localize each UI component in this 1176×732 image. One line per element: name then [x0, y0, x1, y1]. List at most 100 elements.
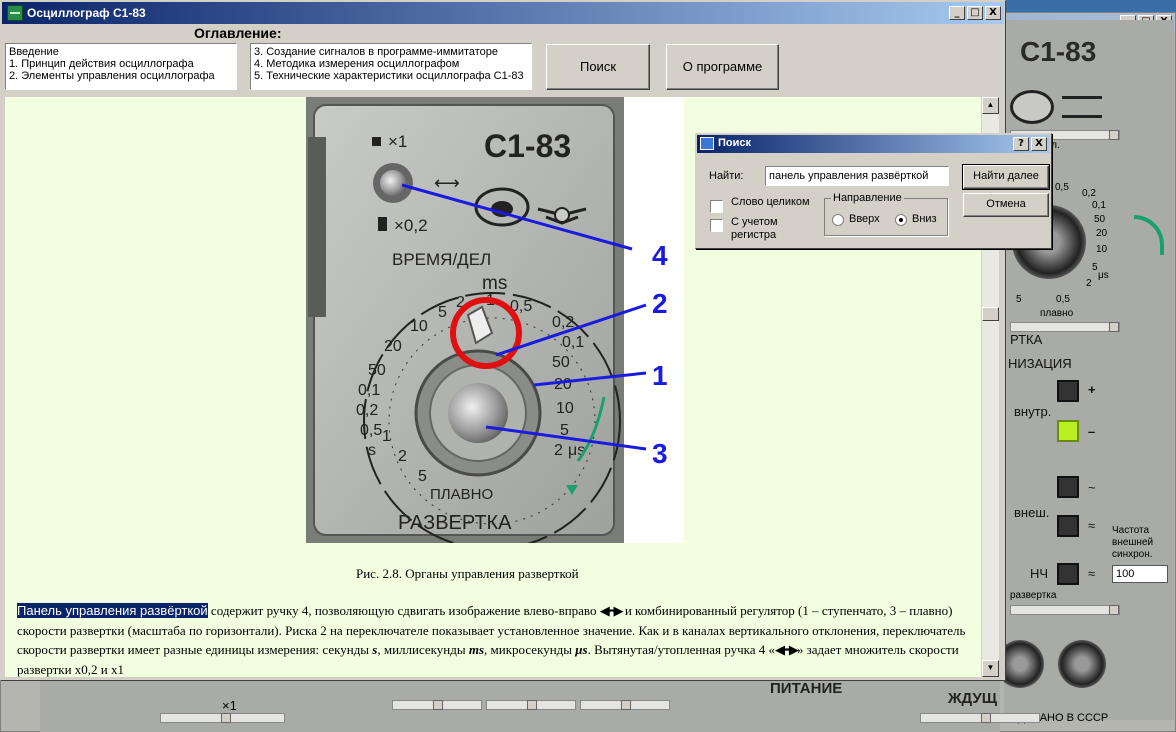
bg-bottom-slider-3[interactable]: [486, 700, 576, 710]
find-label: Найти:: [709, 170, 744, 182]
whole-word-checkbox[interactable]: [710, 200, 723, 213]
bg-led-1[interactable]: [1057, 380, 1079, 402]
bg-dial-n7: 2: [1086, 278, 1092, 289]
bg-standby-label: ЖДУЩ: [948, 690, 998, 707]
sweep-controls-figure: С1-83 ×1 ×0,2 ⟷ ВРЕМЯ/ДЕЛ ms 10 20 50 0,…: [306, 97, 684, 550]
search-dialog-icon: [700, 137, 714, 150]
bg-lf-label: НЧ: [1030, 566, 1049, 581]
help-window: Осциллограф С1-83 _ □ X Оглавление: Введ…: [0, 0, 1006, 681]
minimize-button[interactable]: _: [949, 6, 965, 20]
figure-sweep: РАЗВЕРТКА: [398, 512, 512, 534]
figure-ms: ms: [482, 273, 507, 294]
bg-bottom-slider-1[interactable]: [160, 713, 285, 723]
about-button[interactable]: О программе: [666, 44, 779, 90]
oscilloscope-app-icon: [7, 5, 23, 21]
bg-smoothly-label: плавно: [1040, 308, 1074, 319]
bg-led-2[interactable]: [1057, 420, 1079, 442]
body-paragraph: Панель управления развёрткой содержит ру…: [17, 603, 966, 677]
bg-power-label: ПИТАНИЕ: [770, 680, 843, 697]
lr-arrow-icon: ◀━▶: [599, 604, 624, 619]
bg-ext-freq-3: синхрон.: [1112, 549, 1153, 560]
bg-plus-label: +: [1088, 382, 1096, 397]
fig-scale-r4: 2: [554, 442, 563, 459]
close-button[interactable]: X: [985, 6, 1001, 20]
bg-connector-2[interactable]: [1058, 640, 1106, 688]
fig-scale-l3: 0,1: [358, 382, 380, 399]
direction-down-label: Вниз: [912, 213, 937, 225]
cancel-button[interactable]: Отмена: [963, 193, 1049, 217]
bg-x1-label: ×1: [222, 698, 237, 713]
fig-scale-l1: 20: [384, 338, 402, 355]
match-case-label-2: регистра: [731, 229, 777, 241]
direction-label: Направление: [831, 192, 904, 204]
fig-scale-r2: 10: [556, 400, 574, 417]
fig-scale-l6: 1: [382, 428, 391, 445]
scroll-up-arrow-icon[interactable]: ▲: [982, 97, 999, 114]
sweep-fine-knob-3: [448, 383, 508, 443]
dialog-close-button[interactable]: X: [1031, 137, 1047, 151]
fig-scale-l2: 50: [368, 362, 386, 379]
toc-item-2[interactable]: 2. Элементы управления осциллографа: [9, 70, 233, 82]
bg-ext-freq-1: Частота: [1112, 525, 1150, 536]
toc-list-left[interactable]: Введение 1. Принцип действия осциллограф…: [5, 43, 237, 90]
search-button[interactable]: Поиск: [546, 44, 650, 90]
bg-led-5[interactable]: [1057, 563, 1079, 585]
bg-approx-2: ≈: [1088, 566, 1096, 581]
toc-heading: Оглавление:: [194, 25, 282, 41]
dialog-title: Поиск: [718, 137, 752, 149]
bg-internal-label: внутр.: [1014, 404, 1052, 419]
bg-dial-n6: 5: [1092, 262, 1098, 273]
fig-s-unit: s: [368, 442, 376, 459]
bg-dial-mus: μs: [1098, 270, 1109, 281]
direction-up-radio[interactable]: [832, 214, 844, 226]
fig-scale-l8: 5: [418, 468, 427, 485]
scroll-down-arrow-icon[interactable]: ▼: [982, 660, 999, 677]
bg-led-4[interactable]: [1057, 515, 1079, 537]
toc-item-3[interactable]: 3. Создание сигналов в программе-иммитат…: [254, 46, 528, 58]
bg-sweep-part: РТКА: [1010, 332, 1043, 347]
bg-sync-part: НИЗАЦИЯ: [1008, 356, 1072, 371]
help-titlebar: Осциллограф С1-83 _ □ X: [2, 2, 1004, 24]
direction-group: Направление Вверх Вниз: [824, 192, 948, 236]
bg-dial-n2: 0,1: [1092, 200, 1106, 211]
toc-list-right[interactable]: 3. Создание сигналов в программе-иммитат…: [250, 43, 532, 90]
bg-bottom-slider-2[interactable]: [392, 700, 482, 710]
dialog-help-button[interactable]: ?: [1013, 137, 1029, 151]
callout-1: 1: [652, 360, 668, 391]
dialog-titlebar: Поиск ? X: [697, 135, 1050, 153]
bg-logo-icon: [1010, 90, 1054, 124]
bg-dial-n9: 0,5: [1056, 294, 1070, 305]
toc-item-5[interactable]: 5. Технические характеристики осциллогра…: [254, 70, 528, 82]
bg-minus-label: –: [1088, 424, 1096, 439]
fig-scale-l4: 0,2: [356, 402, 378, 419]
scroll-thumb[interactable]: [982, 307, 999, 321]
callout-4: 4: [652, 240, 668, 271]
bg-external-label: внеш.: [1014, 505, 1050, 520]
bg-slider-mid[interactable]: [1010, 322, 1120, 332]
figure-lr-arrow-icon: ⟷: [434, 173, 460, 194]
direction-up-label: Вверх: [849, 213, 880, 225]
match-case-checkbox[interactable]: [710, 219, 723, 232]
bg-ext-freq-2: внешней: [1112, 537, 1154, 548]
bg-dial-n0: 0,5: [1055, 182, 1069, 193]
bg-slider-bottom[interactable]: [1010, 605, 1120, 615]
direction-down-radio[interactable]: [895, 214, 907, 226]
bg-led-3[interactable]: [1057, 476, 1079, 498]
find-input[interactable]: панель управления развёрткой: [765, 166, 949, 186]
figure-button-icon: [372, 137, 381, 146]
bg-bottom-slider-4[interactable]: [580, 700, 670, 710]
bg-dial-n8: 5: [1016, 294, 1022, 305]
bg-bottom-slider-5[interactable]: [920, 713, 1040, 723]
toc-item-4[interactable]: 4. Методика измерения осциллографом: [254, 58, 528, 70]
figure-time-div: ВРЕМЯ/ДЕЛ: [392, 250, 491, 269]
find-next-button[interactable]: Найти далее: [962, 164, 1050, 190]
bg-approx-1: ≈: [1088, 518, 1096, 533]
bg-sweep-word: развертка: [1010, 590, 1057, 601]
toc-item-intro[interactable]: Введение: [9, 46, 233, 58]
callout-3: 3: [652, 438, 668, 469]
figure-x02: ×0,2: [394, 216, 428, 235]
maximize-button[interactable]: □: [967, 6, 983, 20]
fig-scale-t5: 0,1: [562, 334, 584, 351]
ext-sync-frequency-input[interactable]: 100: [1112, 565, 1168, 583]
toc-item-1[interactable]: 1. Принцип действия осциллографа: [9, 58, 233, 70]
